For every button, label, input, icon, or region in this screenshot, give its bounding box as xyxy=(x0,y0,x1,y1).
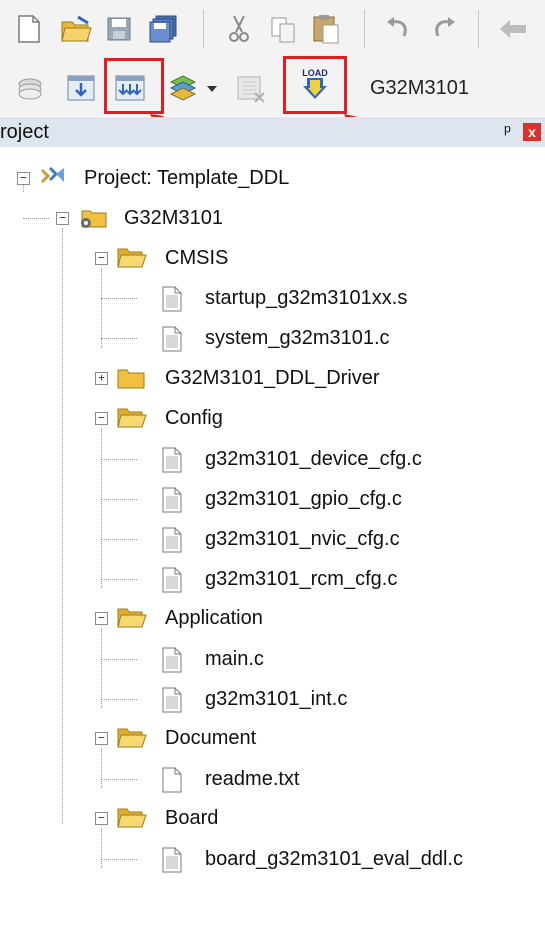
tree-group-label: CMSIS xyxy=(165,247,229,269)
tree-file-label: g32m3101_gpio_cfg.c xyxy=(205,488,402,510)
tree-target-label: G32M3101 xyxy=(124,207,223,229)
open-folder-icon[interactable] xyxy=(60,14,92,44)
source-file-icon xyxy=(162,647,182,673)
toolbar-separator xyxy=(364,10,365,48)
tree-file-label: main.c xyxy=(205,648,264,670)
translate-icon[interactable] xyxy=(16,74,44,102)
folder-open-icon xyxy=(117,408,147,428)
source-file-icon xyxy=(162,567,182,593)
folder-open-icon xyxy=(117,808,147,828)
new-file-icon[interactable] xyxy=(16,14,42,44)
collapse-toggle[interactable]: − xyxy=(95,252,108,265)
folder-open-icon xyxy=(117,248,147,268)
chevron-down-icon[interactable] xyxy=(206,84,218,94)
source-file-icon xyxy=(162,326,182,352)
tree-group-label: Board xyxy=(165,807,219,829)
tree-file-label: g32m3101_nvic_cfg.c xyxy=(205,528,400,550)
project-icon xyxy=(40,166,64,184)
target-selector[interactable]: G32M3101 xyxy=(370,77,469,100)
undo-icon[interactable] xyxy=(384,16,412,42)
tree-group-label: Document xyxy=(165,727,257,749)
tree-file-label: board_g32m3101_eval_ddl.c xyxy=(205,848,463,870)
copy-icon[interactable] xyxy=(270,14,298,44)
stop-build-icon[interactable] xyxy=(236,74,266,104)
source-file-icon xyxy=(162,447,182,473)
source-file-icon xyxy=(162,527,182,553)
tree-file-label: system_g32m3101.c xyxy=(205,327,390,349)
tree-file-label: g32m3101_int.c xyxy=(205,688,348,710)
source-file-icon xyxy=(162,487,182,513)
tree-group-label: Application xyxy=(165,607,263,629)
tree-file-label: g32m3101_rcm_cfg.c xyxy=(205,568,398,590)
collapse-toggle[interactable]: − xyxy=(95,612,108,625)
paste-icon[interactable] xyxy=(312,13,340,45)
source-file-icon xyxy=(162,286,182,312)
panel-title: roject xyxy=(0,121,49,143)
project-panel-header: roject ᵖ x xyxy=(0,117,545,147)
collapse-toggle[interactable]: − xyxy=(95,732,108,745)
save-all-icon[interactable] xyxy=(148,14,178,44)
folder-open-icon xyxy=(117,608,147,628)
folder-icon xyxy=(117,369,145,389)
tree-root-label: Project: Template_DDL xyxy=(84,167,290,189)
pin-icon[interactable]: ᵖ xyxy=(504,121,511,142)
source-file-icon xyxy=(162,687,182,713)
collapse-toggle[interactable]: − xyxy=(95,812,108,825)
main-toolbar xyxy=(0,0,545,60)
tree-file-label: startup_g32m3101xx.s xyxy=(205,287,408,309)
navigate-back-icon[interactable] xyxy=(498,18,528,40)
project-tree: − Project: Template_DDL − G32M3101 − CMS… xyxy=(0,148,545,927)
tree-file-label: readme.txt xyxy=(205,768,300,790)
collapse-toggle[interactable]: − xyxy=(95,412,108,425)
tree-group-label: G32M3101_DDL_Driver xyxy=(165,367,380,389)
source-file-icon xyxy=(162,847,182,873)
tree-group-label: Config xyxy=(165,407,223,429)
build-toolbar: LOAD G32M3101 xyxy=(0,56,545,116)
rebuild-highlight-box xyxy=(104,58,164,114)
toolbar-separator xyxy=(478,10,479,48)
save-icon[interactable] xyxy=(106,16,132,42)
text-file-icon xyxy=(162,767,182,793)
collapse-toggle[interactable]: − xyxy=(56,212,69,225)
batch-build-icon[interactable] xyxy=(168,72,198,102)
collapse-toggle[interactable]: − xyxy=(17,172,30,185)
close-icon[interactable]: x xyxy=(523,123,541,141)
build-icon[interactable] xyxy=(66,72,96,102)
toolbar-separator xyxy=(203,10,204,48)
redo-icon[interactable] xyxy=(430,16,458,42)
load-highlight-box xyxy=(283,56,347,114)
cut-icon[interactable] xyxy=(226,14,252,44)
tree-file-label: g32m3101_device_cfg.c xyxy=(205,448,422,470)
target-folder-icon xyxy=(81,210,107,228)
expand-toggle[interactable]: + xyxy=(95,372,108,385)
folder-open-icon xyxy=(117,728,147,748)
